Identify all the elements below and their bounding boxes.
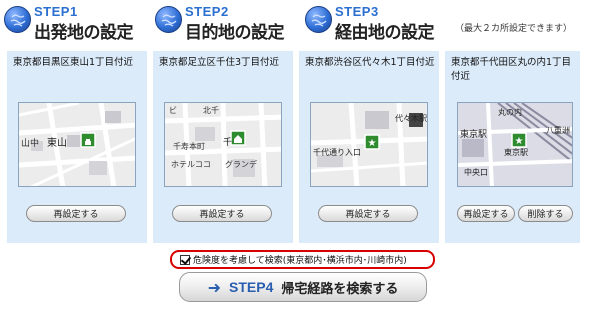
map-label: ホテルココ — [171, 160, 211, 169]
destination-address: 東京都足立区千住3丁目付近 — [159, 57, 280, 68]
waypoint2-delete-button[interactable]: 削除する — [518, 205, 573, 222]
waypoint2-reset-button[interactable]: 再設定する — [457, 205, 515, 222]
step2-header: STEP2 目的地の設定 — [155, 4, 305, 43]
map-label: 千寿本町 — [173, 141, 205, 151]
departure-reset-button[interactable]: 再設定する — [26, 205, 126, 222]
step3-number: STEP3 — [335, 4, 379, 19]
departure-panel: 東京都目黒区東山1丁目付近 山中 東山 再設定する — [7, 51, 147, 243]
globe-icon — [305, 6, 332, 33]
arrow-right-icon: ➜ — [207, 277, 222, 297]
waypoint1-panel: 東京都渋谷区代々木1丁目付近 ★ 代々木駅 千代通り入口 再設定する — [299, 51, 439, 243]
map-label: 北千 — [203, 105, 219, 115]
map-label: グランデ — [225, 159, 257, 169]
map-label: 丸の内 — [498, 107, 522, 117]
waypoint2-map[interactable]: ★ 丸の内 東京駅 八重洲 東京駅 中央口 — [457, 102, 573, 187]
map-label: 代々木駅 — [395, 113, 427, 123]
risk-checkbox[interactable] — [180, 254, 190, 265]
destination-panel: 東京都足立区千住3丁目付近 ビ 北千 千寿本町 千 ホテルココ グランデ 再設定… — [153, 51, 293, 243]
map-label: 中央口 — [464, 167, 488, 177]
step1-title: 出発地の設定 — [34, 23, 134, 43]
search-route-button[interactable]: ➜ STEP4 帰宅経路を検索する — [179, 272, 427, 302]
step3-title: 経由地の設定 — [335, 23, 435, 43]
map-label: 千 — [223, 137, 232, 148]
search-route-label: 帰宅経路を検索する — [281, 281, 399, 297]
step1-number: STEP1 — [34, 4, 78, 19]
map-label: ビ — [169, 106, 177, 115]
step2-title: 目的地の設定 — [185, 23, 285, 43]
step1-header: STEP1 出発地の設定 — [4, 4, 154, 43]
destination-reset-button[interactable]: 再設定する — [172, 205, 272, 222]
map-label: 東山 — [47, 136, 67, 149]
waypoint2-address: 東京都千代田区丸の内1丁目付近 — [451, 57, 572, 82]
svg-text:★: ★ — [515, 136, 524, 147]
risk-checkbox-label: 危険度を考慮して検索(東京都内･横浜市内･川崎市内) — [193, 256, 407, 266]
map-label: 東京駅 — [460, 128, 487, 140]
departure-map[interactable]: 山中 東山 — [18, 102, 136, 187]
waypoint2-panel: 東京都千代田区丸の内1丁目付近 ★ 丸の内 東京駅 八重洲 東京駅 中央口 再設… — [445, 51, 580, 243]
globe-icon — [4, 6, 31, 33]
globe-icon — [155, 6, 182, 33]
waypoint1-reset-button[interactable]: 再設定する — [318, 205, 418, 222]
map-label: 山中 — [21, 137, 39, 149]
step3-header: STEP3 経由地の設定 — [305, 4, 455, 43]
waypoint1-address: 東京都渋谷区代々木1丁目付近 — [305, 57, 435, 68]
departure-address: 東京都目黒区東山1丁目付近 — [13, 57, 134, 68]
risk-option[interactable]: 危険度を考慮して検索(東京都内･横浜市内･川崎市内) — [170, 250, 435, 269]
map-label: 千代通り入口 — [313, 147, 361, 157]
waypoint1-map[interactable]: ★ 代々木駅 千代通り入口 — [310, 102, 428, 187]
map-label: 八重洲 — [546, 125, 570, 135]
step4-label: STEP4 — [229, 279, 274, 295]
step2-number: STEP2 — [185, 4, 229, 19]
waypoint-note: （最大２カ所設定できます） — [455, 24, 573, 34]
map-label: 東京駅 — [504, 147, 528, 157]
svg-text:★: ★ — [368, 138, 377, 149]
destination-map[interactable]: ビ 北千 千寿本町 千 ホテルココ グランデ — [164, 102, 282, 187]
